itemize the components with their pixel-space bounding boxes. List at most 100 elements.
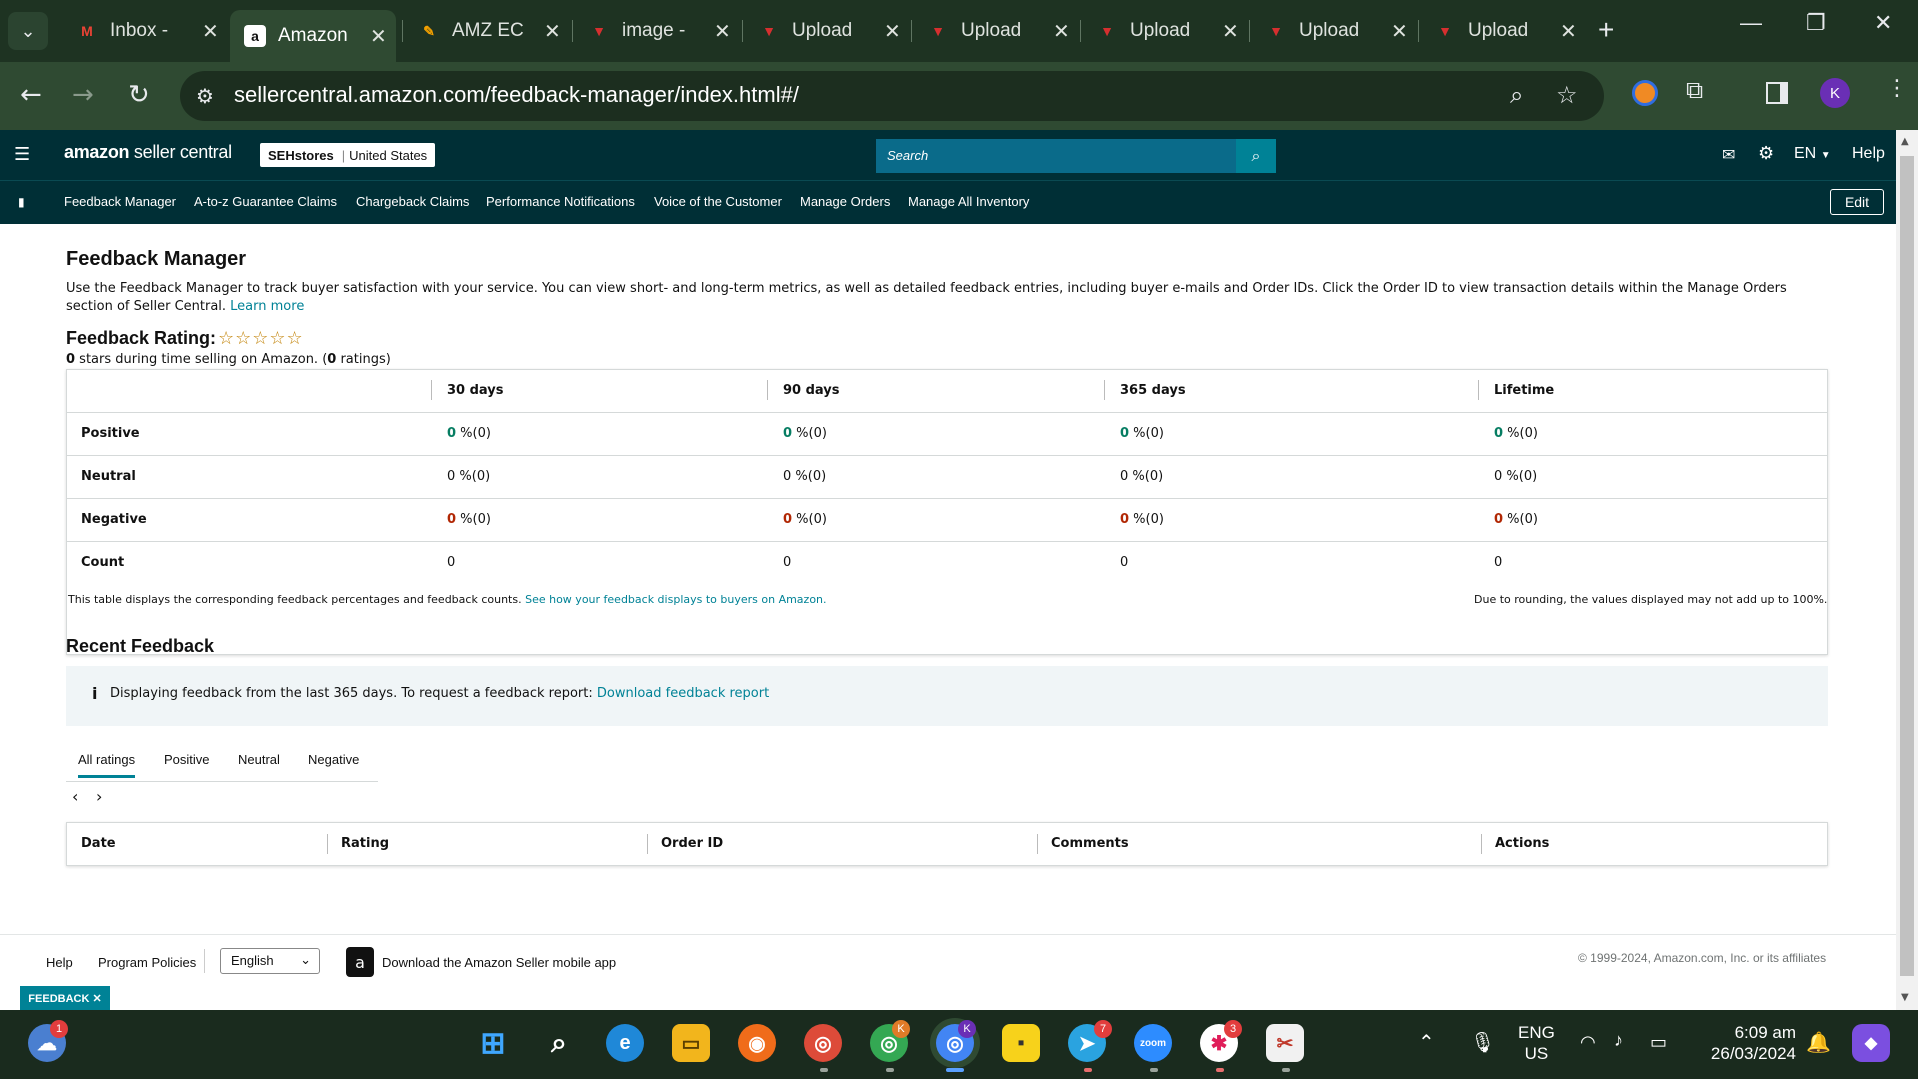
tab-close-icon[interactable]: ✕ [370,24,387,49]
tab-all-ratings[interactable]: All ratings [78,752,136,778]
seller-central-logo[interactable]: amazon seller central [64,142,232,163]
tab-search-chevron-icon[interactable]: ⌄ [8,12,48,50]
subnav-link[interactable]: Manage All Inventory [908,194,1029,209]
metric-value: 0 [783,555,792,570]
tab-negative[interactable]: Negative [308,752,359,767]
back-arrow-icon[interactable]: ← [20,80,42,110]
side-panel-icon[interactable] [1766,82,1788,104]
page-scrollbar[interactable]: ▲ ▼ [1896,130,1918,1010]
copilot-icon[interactable]: ◆ [1852,1024,1890,1062]
store-region: United States [349,147,428,163]
tab-title: Upload [961,20,1022,41]
snipping-tool-icon[interactable]: ✂ [1266,1024,1304,1062]
scroll-thumb[interactable] [1900,156,1914,976]
battery-icon[interactable]: ▭ [1650,1032,1667,1053]
store-selector[interactable]: SEHstores | United States [260,143,436,167]
search-input[interactable]: Search [876,139,1276,173]
browser-tab[interactable]: ▼ Upload ✕ [1082,10,1246,52]
edit-nav-button[interactable]: Edit [1830,189,1884,215]
zoom-app-icon[interactable]: zoom [1134,1024,1172,1062]
clock[interactable]: 6:09 am 26/03/2024 [1700,1022,1796,1064]
tray-overflow-chevron-icon[interactable]: ⌃ [1418,1030,1435,1055]
column-divider [1481,834,1482,854]
language-selector[interactable]: EN ▼ [1794,145,1831,163]
brave-browser-icon[interactable]: ◉ [738,1024,776,1062]
browser-tab[interactable]: ▼ Upload ✕ [1251,10,1415,52]
footer-language-select[interactable]: English ⌄ [220,948,320,974]
browser-tab[interactable]: M Inbox - ✕ [62,10,226,52]
edge-browser-icon[interactable]: e [606,1024,644,1062]
metric-value: 0 [447,555,456,570]
profile-avatar[interactable]: K [1820,78,1850,108]
zoom-magnifier-icon[interactable]: ⌕ [1510,81,1523,109]
wifi-icon[interactable]: ◠ [1580,1032,1596,1053]
volume-icon[interactable]: ♪ [1614,1030,1623,1051]
footer-help-link[interactable]: Help [46,955,73,970]
taskbar-search-icon[interactable]: ⌕ [540,1024,578,1062]
new-tab-plus-icon[interactable]: + [1598,14,1614,46]
subnav-link[interactable]: A-to-z Guarantee Claims [194,194,337,209]
metrics-cell: 0 %(0) [447,512,491,527]
minimize-icon[interactable]: — [1740,10,1762,36]
metrics-header-row: 30 days 90 days 365 days Lifetime [67,370,1827,413]
browser-tab[interactable]: ▼ image - ✕ [574,10,738,52]
tab-positive[interactable]: Positive [164,752,210,767]
file-explorer-icon[interactable]: ▭ [672,1024,710,1062]
microphone-icon[interactable]: 🎙 [1470,1030,1495,1055]
reload-icon[interactable]: ↻ [128,80,150,110]
next-page-chevron-icon[interactable]: › [96,787,102,806]
tab-close-icon[interactable]: ✕ [1053,19,1070,44]
program-policies-link[interactable]: Program Policies [98,955,196,970]
hamburger-menu-icon[interactable]: ☰ [14,144,30,165]
subnav-link[interactable]: Performance Notifications [486,194,635,209]
subnav-link[interactable]: Voice of the Customer [654,194,782,209]
tab-close-icon[interactable]: ✕ [544,19,561,44]
restore-icon[interactable]: ❐ [1806,10,1826,36]
browser-tab[interactable]: ▼ Upload ✕ [1420,10,1584,52]
store-separator: | [341,147,346,163]
subnav-link[interactable]: Manage Orders [800,194,890,209]
browser-tab[interactable]: ▼ Upload ✕ [913,10,1077,52]
tab-close-icon[interactable]: ✕ [884,19,901,44]
messages-envelope-icon[interactable]: ✉ [1722,145,1735,165]
forward-arrow-icon[interactable]: → [72,80,94,110]
prev-page-chevron-icon[interactable]: ‹ [72,787,78,806]
settings-gear-icon[interactable]: ⚙ [1758,143,1774,164]
feedback-display-link[interactable]: See how your feedback displays to buyers… [525,593,826,606]
scroll-down-icon[interactable]: ▼ [1901,992,1909,1003]
feedback-tag-button[interactable]: FEEDBACK ✕ [20,986,110,1010]
bookmark-icon[interactable]: ▮ [18,195,25,209]
tab-close-icon[interactable]: ✕ [202,19,219,44]
site-settings-icon[interactable]: ⚙ [196,84,214,108]
url-text[interactable]: sellercentral.amazon.com/feedback-manage… [234,82,799,108]
tab-close-icon[interactable]: ✕ [1560,19,1577,44]
subnav-link[interactable]: Feedback Manager [64,194,176,209]
search-button[interactable]: ⌕ [1236,139,1276,173]
tab-separator [1418,20,1419,42]
download-app-link[interactable]: Download the Amazon Seller mobile app [382,955,616,970]
input-language[interactable]: ENG US [1518,1022,1555,1064]
browser-menu-icon[interactable]: ⋮ [1886,76,1908,101]
notification-bell-icon[interactable]: 🔔 [1806,1030,1831,1055]
browser-tab[interactable]: ▼ Upload ✕ [744,10,908,52]
extensions-puzzle-icon[interactable]: ⧉ [1686,76,1703,104]
tab-neutral[interactable]: Neutral [238,752,280,767]
address-bar[interactable]: ⚙ sellercentral.amazon.com/feedback-mana… [180,71,1604,121]
close-window-icon[interactable]: ✕ [1874,10,1892,36]
browser-tab[interactable]: a Amazon ✕ [230,10,396,62]
sticky-notes-icon[interactable]: ▪ [1002,1024,1040,1062]
download-report-link[interactable]: Download feedback report [597,686,769,701]
amazon-app-icon[interactable]: a [346,947,374,977]
help-link[interactable]: Help [1852,145,1885,163]
tab-close-icon[interactable]: ✕ [714,19,731,44]
extension-circle-icon[interactable] [1632,80,1658,106]
bookmark-star-icon[interactable]: ☆ [1556,81,1578,109]
browser-tab[interactable]: ✎ AMZ EC ✕ [404,10,568,52]
windows-start-icon[interactable]: ⊞ [474,1024,512,1062]
scroll-up-icon[interactable]: ▲ [1901,136,1909,147]
tab-close-icon[interactable]: ✕ [1391,19,1408,44]
subnav-link[interactable]: Chargeback Claims [356,194,469,209]
tab-close-icon[interactable]: ✕ [1222,19,1239,44]
chrome-profile-1-icon[interactable]: ◎ [804,1024,842,1062]
learn-more-link[interactable]: Learn more [230,299,304,314]
